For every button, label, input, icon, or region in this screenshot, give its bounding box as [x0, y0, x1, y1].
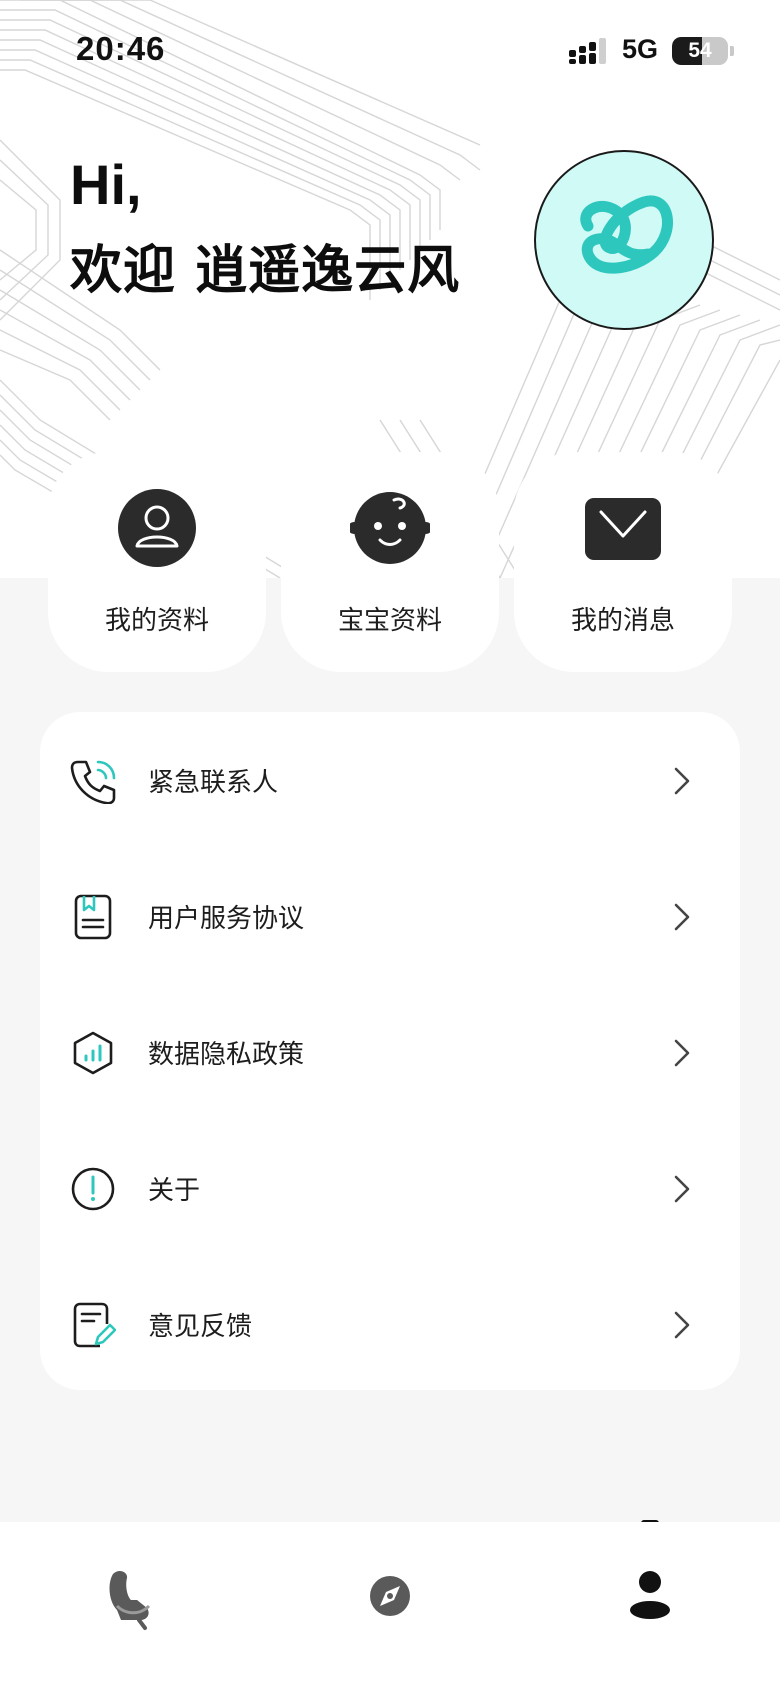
quick-action-my-profile[interactable]: 我的资料	[48, 452, 266, 672]
status-bar: 20:46 5G 54	[0, 0, 780, 110]
baby-face-icon	[350, 492, 430, 564]
menu-item-emergency-contact[interactable]: 紧急联系人	[40, 712, 740, 848]
swirl-logo-icon	[580, 195, 673, 274]
menu-item-about[interactable]: 关于	[40, 1120, 740, 1256]
document-bookmark-icon	[74, 894, 112, 940]
greeting-hi: Hi,	[70, 153, 142, 216]
quick-action-baby-profile[interactable]: 宝宝资料	[281, 452, 499, 672]
battery-level: 54	[688, 39, 712, 62]
chevron-right-icon	[674, 1311, 690, 1339]
chevron-right-icon	[674, 903, 690, 931]
menu-item-label: 数据隐私政策	[148, 1040, 305, 1070]
person-icon	[118, 489, 196, 567]
menu-item-user-agreement[interactable]: 用户服务协议	[40, 848, 740, 984]
feedback-edit-icon	[73, 1302, 116, 1348]
quick-action-label: 我的资料	[104, 606, 209, 636]
envelope-icon	[585, 498, 661, 560]
signal-icon	[569, 38, 606, 64]
shield-chart-icon	[73, 1031, 113, 1075]
nav-tab-profile[interactable]	[610, 1556, 690, 1636]
settings-menu: 紧急联系人 用户服务协议 数据隐私政策 关于 意见反馈	[40, 712, 740, 1390]
car-seat-icon	[109, 1571, 151, 1630]
battery-icon: 54	[672, 37, 728, 65]
menu-item-label: 关于	[148, 1176, 201, 1206]
chevron-right-icon	[674, 1039, 690, 1067]
network-type: 5G	[622, 34, 659, 64]
nav-tab-discover[interactable]	[350, 1556, 430, 1636]
menu-item-privacy-policy[interactable]: 数据隐私政策	[40, 984, 740, 1120]
menu-item-label: 紧急联系人	[148, 768, 279, 798]
chevron-right-icon	[674, 767, 690, 795]
compass-disc-icon	[370, 1576, 410, 1616]
menu-item-label: 意见反馈	[148, 1312, 253, 1342]
avatar[interactable]	[534, 150, 714, 330]
quick-action-label: 宝宝资料	[337, 606, 442, 636]
person-icon	[630, 1571, 670, 1619]
quick-action-my-messages[interactable]: 我的消息	[514, 452, 732, 672]
nav-tab-car-seat[interactable]	[91, 1556, 171, 1636]
menu-item-label: 用户服务协议	[148, 904, 305, 934]
greeting-welcome: 欢迎 逍遥逸云风	[70, 241, 461, 301]
menu-item-feedback[interactable]: 意见反馈	[40, 1256, 740, 1392]
battery-tip	[730, 46, 734, 56]
info-exclamation-icon	[71, 1167, 115, 1211]
quick-action-label: 我的消息	[570, 606, 675, 636]
bottom-nav	[0, 1522, 780, 1688]
chevron-right-icon	[674, 1175, 690, 1203]
phone-call-icon	[70, 760, 116, 804]
status-time: 20:46	[76, 30, 166, 67]
